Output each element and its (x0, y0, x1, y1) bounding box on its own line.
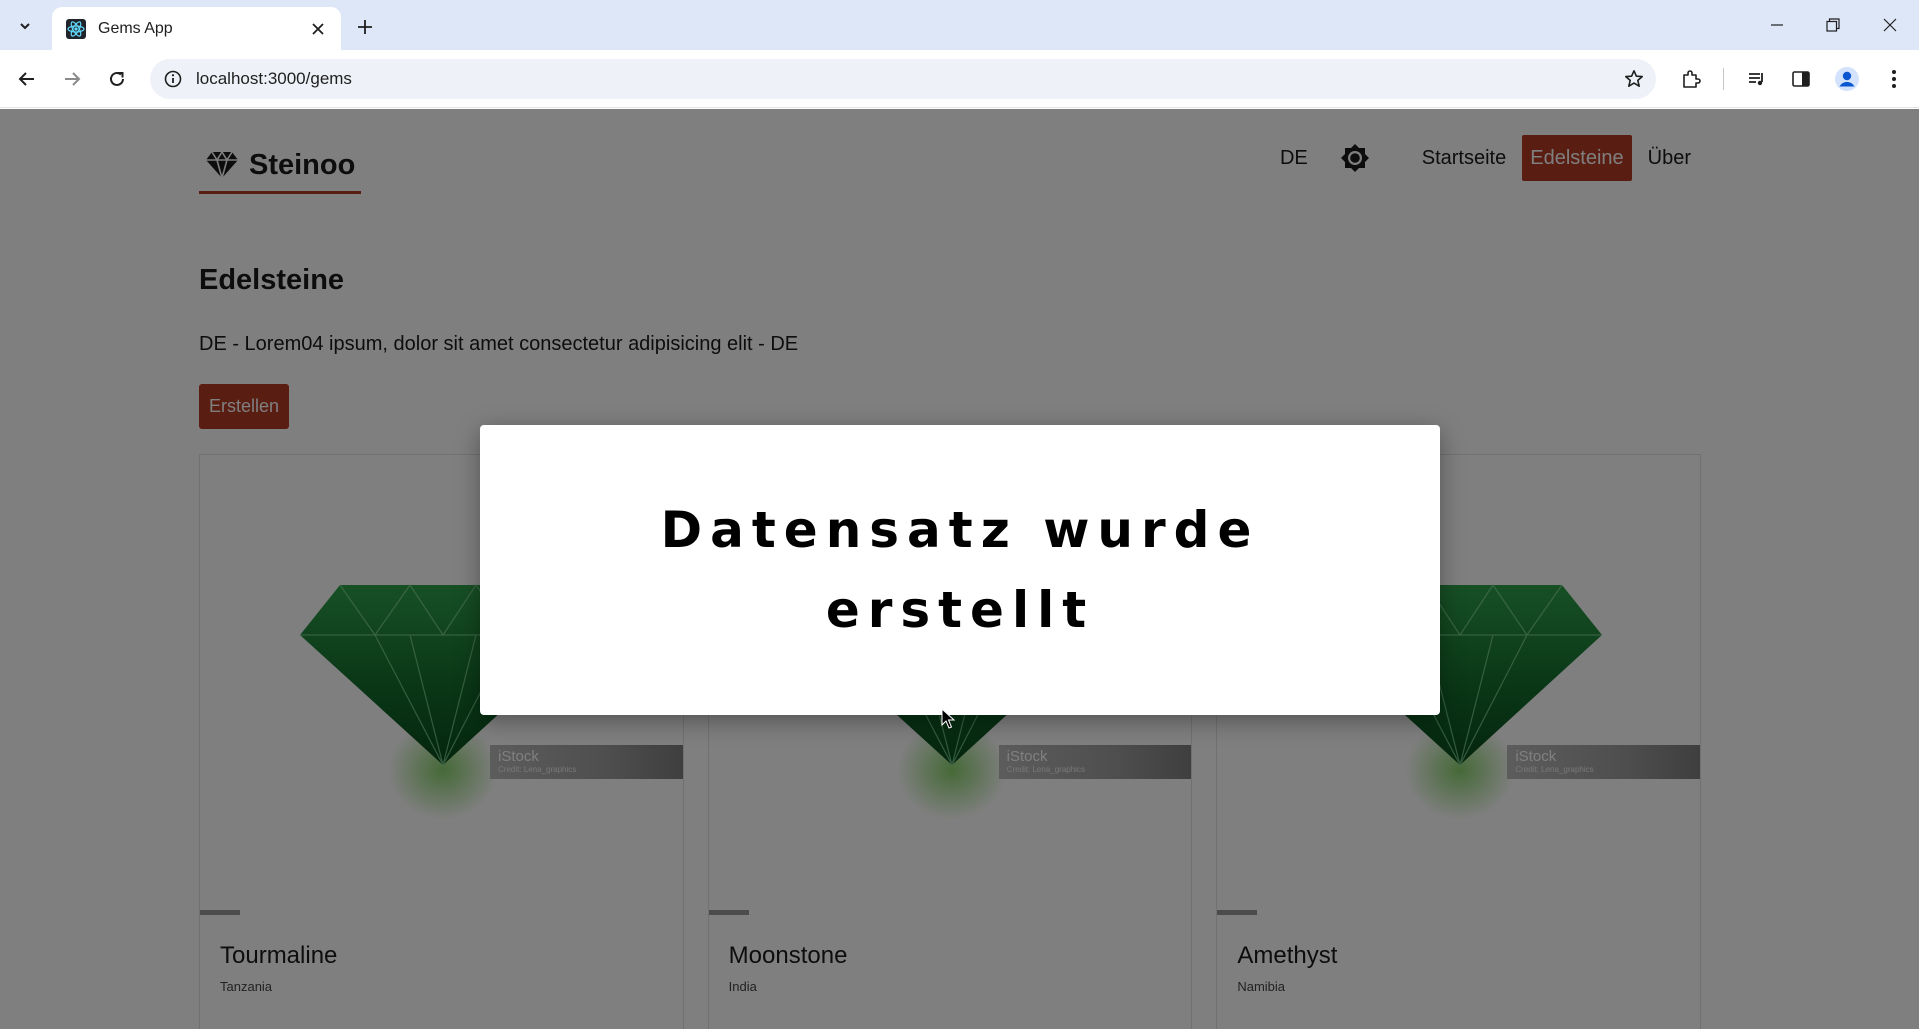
toolbar-separator (1723, 68, 1724, 90)
info-icon[interactable] (164, 70, 182, 88)
tab-search-button[interactable] (10, 11, 40, 41)
side-panel-icon (1792, 71, 1810, 87)
success-message: Datensatz wurde erstellt (660, 501, 1260, 639)
more-vertical-icon (1892, 70, 1896, 88)
avatar-icon (1835, 67, 1859, 91)
tab-title: Gems App (98, 19, 173, 37)
close-icon (1883, 18, 1897, 32)
minimize-button[interactable] (1754, 8, 1800, 42)
mouse-cursor-icon (941, 708, 955, 729)
restore-button[interactable] (1810, 8, 1856, 42)
chevron-down-icon (20, 23, 30, 30)
react-icon (66, 18, 86, 39)
success-dialog[interactable]: Datensatz wurde erstellt (480, 425, 1440, 715)
reload-button[interactable] (99, 61, 135, 97)
extensions-button[interactable] (1673, 61, 1709, 97)
forward-button[interactable] (54, 61, 90, 97)
arrow-right-icon (65, 72, 81, 86)
minimize-icon (1771, 24, 1783, 26)
browser-toolbar: localhost:3000/gems (0, 50, 1919, 108)
media-control-button[interactable] (1739, 61, 1775, 97)
url-text[interactable]: localhost:3000/gems (196, 69, 1616, 89)
bookmark-button[interactable] (1616, 61, 1652, 97)
close-icon (312, 22, 324, 35)
new-tab-button[interactable] (350, 12, 380, 42)
back-button[interactable] (9, 61, 45, 97)
profile-button[interactable] (1829, 61, 1865, 97)
side-panel-button[interactable] (1783, 61, 1819, 97)
plus-icon (358, 20, 372, 34)
menu-button[interactable] (1876, 61, 1912, 97)
arrow-left-icon (18, 72, 34, 86)
browser-tab[interactable]: Gems App (52, 7, 341, 50)
close-window-button[interactable] (1867, 8, 1913, 42)
restore-icon (1826, 18, 1840, 32)
address-bar[interactable]: localhost:3000/gems (150, 59, 1656, 99)
star-icon (1625, 70, 1643, 87)
media-queue-icon (1749, 73, 1763, 86)
tab-close-button[interactable] (307, 18, 329, 40)
puzzle-icon (1683, 70, 1701, 88)
browser-tabstrip: Gems App (0, 0, 1919, 50)
reload-icon (110, 71, 124, 86)
